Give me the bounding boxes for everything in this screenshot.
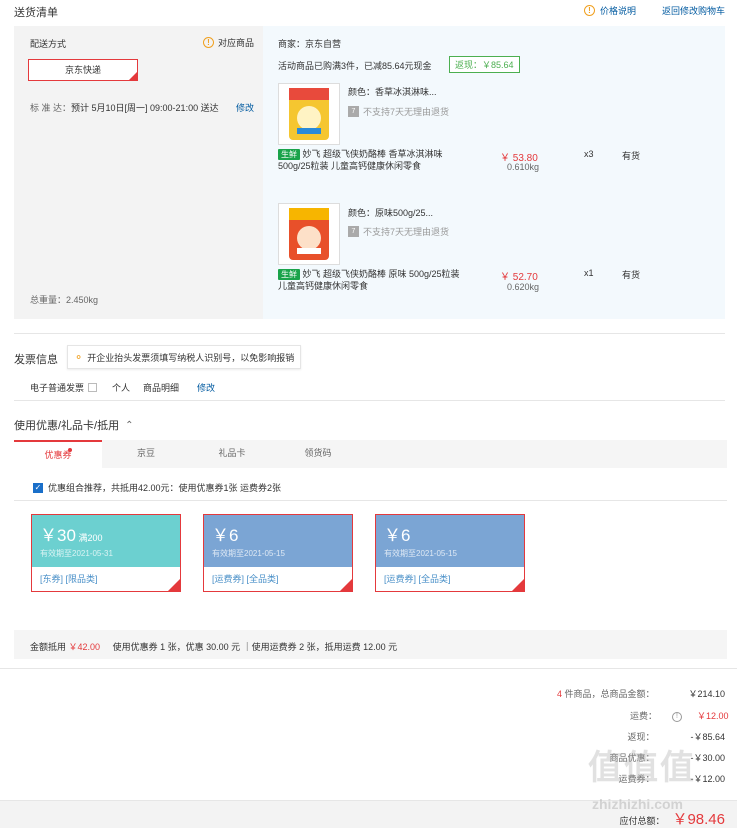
fresh-tag: 生鲜 — [278, 149, 300, 160]
cheese-stick-bag-icon — [289, 88, 329, 140]
product-name[interactable]: 生鲜 妙飞 超级飞侠奶酪棒 香草冰淇淋味 500g/25粒装 儿童高钙健康休闲零… — [278, 148, 460, 172]
tab-jd-beans[interactable]: 京豆 — [102, 440, 190, 468]
no-return-note: 7 不支持7天无理由退货 — [348, 225, 449, 238]
coupon-discount-row: 商品优惠： -￥30.00 — [609, 753, 725, 763]
coupon-card-top: ￥6 有效期至2021-05-15 — [376, 515, 524, 567]
total-weight: 总重量：2.450kg — [30, 295, 99, 305]
product-weight: 0.610kg — [507, 162, 540, 172]
invoice-modify-link[interactable]: 修改 — [197, 381, 215, 394]
divider — [14, 333, 725, 334]
product-image[interactable] — [278, 83, 340, 145]
product-stock: 有货 — [622, 151, 641, 161]
info-icon: ! — [203, 37, 214, 48]
promo-text: 活动商品已购满3件，已减85.64元现金 — [278, 61, 432, 71]
help-icon[interactable] — [88, 383, 98, 392]
tab-coupon[interactable]: 优惠券 — [14, 440, 102, 468]
delivery-method-label: 配送方式 — [30, 39, 67, 49]
fresh-tag: 生鲜 — [278, 269, 300, 280]
chevron-up-icon: ⌃ — [125, 419, 134, 431]
seven-day-icon: 7 — [348, 226, 359, 237]
selected-corner-icon — [340, 579, 352, 591]
product-image[interactable] — [278, 203, 340, 265]
tab-gift-card[interactable]: 礼品卡 — [188, 440, 276, 468]
product-color: 颜色：原味500g/25... — [348, 208, 434, 218]
info-icon[interactable]: ! — [672, 711, 682, 722]
coupon-card[interactable]: ￥6 有效期至2021-05-15 [运费券] [全品类] — [375, 514, 525, 592]
new-dot-icon — [68, 448, 72, 452]
selected-corner-icon — [168, 579, 180, 591]
coupon-card-top: ￥6 有效期至2021-05-15 — [204, 515, 352, 567]
product-qty: x3 — [584, 149, 594, 159]
match-goods-link[interactable]: ! 对应商品 — [203, 36, 254, 49]
price-explain-link[interactable]: ! 价格说明 — [584, 4, 636, 17]
coupon-section-toggle[interactable]: 使用优惠/礼品卡/抵用 ⌃ — [14, 417, 134, 433]
product-stock: 有货 — [622, 270, 641, 280]
payable-total: 应付总额： ￥98.46 — [619, 811, 725, 828]
standard-delivery-info: 标 准 达：预计 5月10日[周一] 09:00-21:00 送达 — [30, 103, 219, 113]
section-title-invoice: 发票信息 — [14, 354, 58, 366]
coupon-card[interactable]: ￥30 满200 有效期至2021-05-31 [东券] [限品类] — [31, 514, 181, 592]
product-color: 颜色：香草冰淇淋味... — [348, 87, 437, 97]
rebate-badge: 返现：￥85.64 — [449, 56, 520, 73]
divider — [0, 668, 737, 669]
cheese-stick-bag-icon — [289, 208, 329, 260]
recommend-combo[interactable]: ✓ 优惠组合推荐，共抵用42.00元：使用优惠券1张 运费券2张 — [33, 481, 281, 494]
product-price: ￥ 52.70 — [500, 272, 538, 283]
product-name[interactable]: 生鲜 妙飞 超级飞侠奶酪棒 原味 500g/25粒装 儿童高钙健康休闲零食 — [278, 268, 460, 292]
selected-corner-icon — [129, 72, 137, 80]
tab-pickup-code[interactable]: 领货码 — [274, 440, 362, 468]
invoice-type: 电子普通发票 — [30, 381, 98, 394]
delivery-modify-link[interactable]: 修改 — [236, 101, 254, 114]
lightbulb-icon: ⚬ — [74, 351, 84, 364]
jd-express-option[interactable]: 京东快递 — [28, 59, 138, 81]
goods-total-row: 4 件商品，总商品金额： ￥214.10 — [556, 689, 725, 699]
checkbox-checked-icon[interactable]: ✓ — [33, 482, 43, 493]
section-title-delivery-list: 送货清单 — [14, 7, 58, 19]
rebate-row: 返现： -￥85.64 — [627, 732, 725, 742]
selected-corner-icon — [512, 579, 524, 591]
coupon-card-top: ￥30 满200 有效期至2021-05-31 — [32, 515, 180, 567]
freight-row: 运费： ! ￥12.00 — [629, 711, 729, 722]
invoice-content: 商品明细 — [143, 383, 180, 393]
coupon-card[interactable]: ￥6 有效期至2021-05-15 [运费券] [全品类] — [203, 514, 353, 592]
seven-day-icon: 7 — [348, 106, 359, 117]
merchant-name: 商家：京东自营 — [278, 39, 342, 49]
freight-coupon-row: 运费券： -￥12.00 — [618, 774, 725, 784]
product-weight: 0.620kg — [507, 282, 540, 292]
divider — [14, 400, 725, 401]
no-return-note: 7 不支持7天无理由退货 — [348, 105, 449, 118]
info-icon: ! — [584, 5, 595, 16]
divider — [14, 500, 727, 501]
back-to-cart-link[interactable]: 返回修改购物车 — [662, 4, 725, 17]
invoice-title-type: 个人 — [112, 383, 131, 393]
invoice-tip: ⚬ 开企业抬头发票须填写纳税人识别号，以免影响报销 — [67, 345, 302, 369]
product-qty: x1 — [584, 268, 594, 278]
deduct-summary: 金额抵用 ￥42.00 使用优惠券 1 张，优惠 30.00 元 ｜使用运费券 … — [30, 642, 398, 652]
